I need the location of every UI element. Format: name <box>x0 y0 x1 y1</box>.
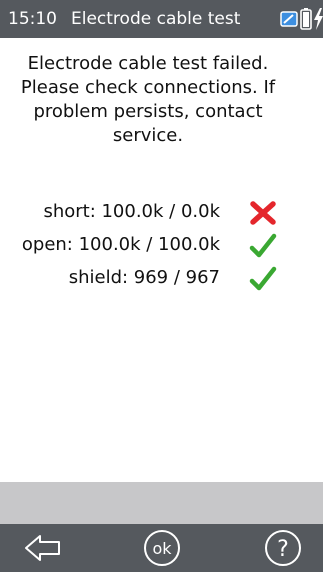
navigation-bar: ok ? <box>0 524 323 572</box>
info-bar <box>0 482 323 524</box>
battery-icon <box>300 8 312 30</box>
result-row-open: open: 100.0k / 100.0k <box>0 231 323 264</box>
check-icon <box>249 266 277 291</box>
result-label: shield: 969 / 967 <box>68 267 220 288</box>
result-label: open: 100.0k / 100.0k <box>21 234 220 255</box>
ok-label: ok <box>152 539 172 558</box>
help-button[interactable]: ? <box>264 529 302 567</box>
result-row-shield: shield: 969 / 967 <box>0 264 323 297</box>
charging-bolt-icon <box>314 8 323 30</box>
test-results: short: 100.0k / 0.0k open: 100.0k / 100.… <box>0 198 323 297</box>
status-bar: 15:10 Electrode cable test <box>0 0 323 38</box>
clock: 15:10 <box>8 9 57 29</box>
status-icons <box>280 8 323 30</box>
cross-icon <box>250 201 276 225</box>
check-icon <box>249 233 277 258</box>
help-label: ? <box>277 537 289 562</box>
screen-title: Electrode cable test <box>71 9 241 29</box>
failure-message: Electrode cable test failed. Please chec… <box>20 53 276 146</box>
sd-card-icon <box>280 11 298 27</box>
back-arrow-icon[interactable] <box>24 533 62 563</box>
result-label: short: 100.0k / 0.0k <box>43 201 220 222</box>
ok-button[interactable]: ok <box>143 529 181 567</box>
result-row-short: short: 100.0k / 0.0k <box>0 198 323 231</box>
